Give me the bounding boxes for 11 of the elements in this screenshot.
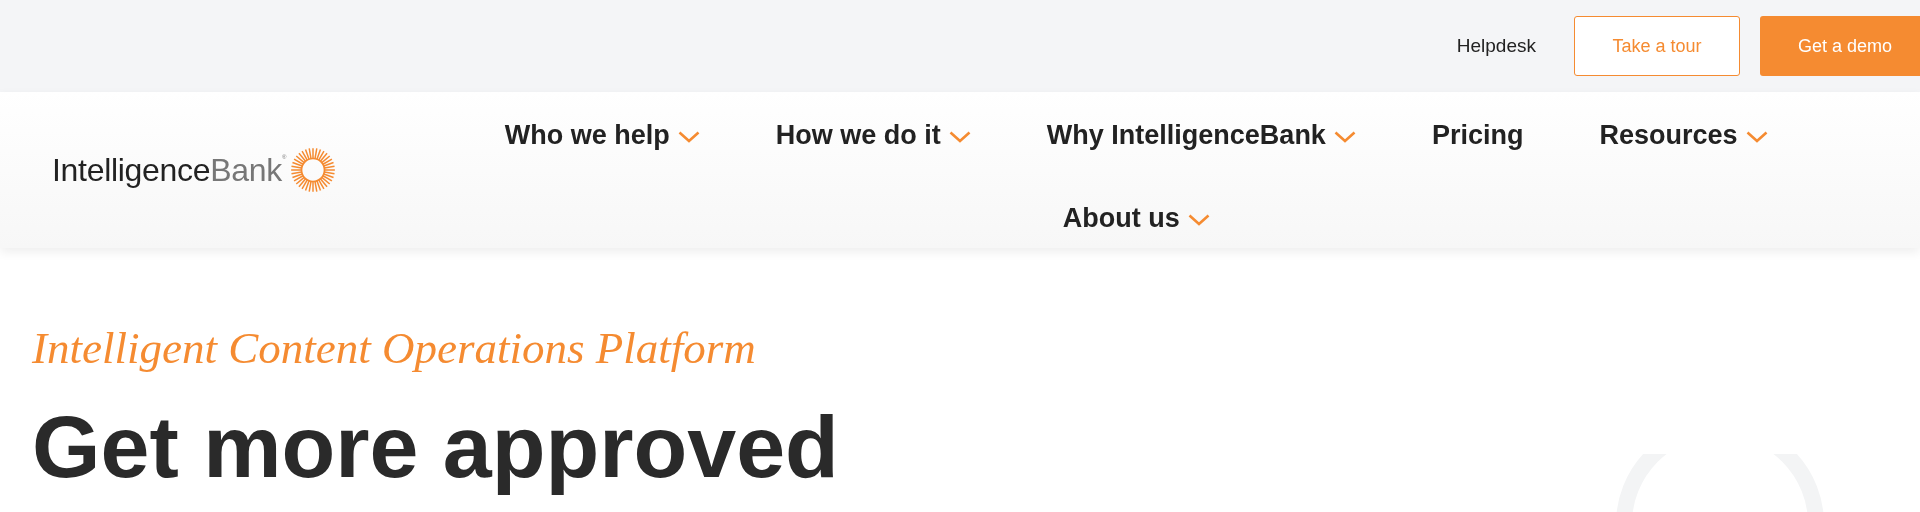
helpdesk-link[interactable]: Helpdesk (1456, 35, 1536, 57)
logo[interactable]: IntelligenceBank$^{®}$ (52, 151, 287, 189)
nav-link[interactable]: How we do it (775, 120, 971, 151)
nav-link[interactable]: About us (1062, 203, 1210, 234)
sun-icon (290, 147, 337, 193)
nav-link[interactable]: Resources (1599, 120, 1768, 151)
hero-heading: Get more approved (32, 396, 839, 498)
hero-tagline: Intelligent Content Operations Platform (32, 322, 757, 374)
nav-link[interactable]: Pricing (1431, 120, 1524, 151)
nav-link[interactable]: Who we help (504, 120, 700, 151)
nav-link[interactable]: Why IntelligenceBank (1046, 120, 1356, 151)
